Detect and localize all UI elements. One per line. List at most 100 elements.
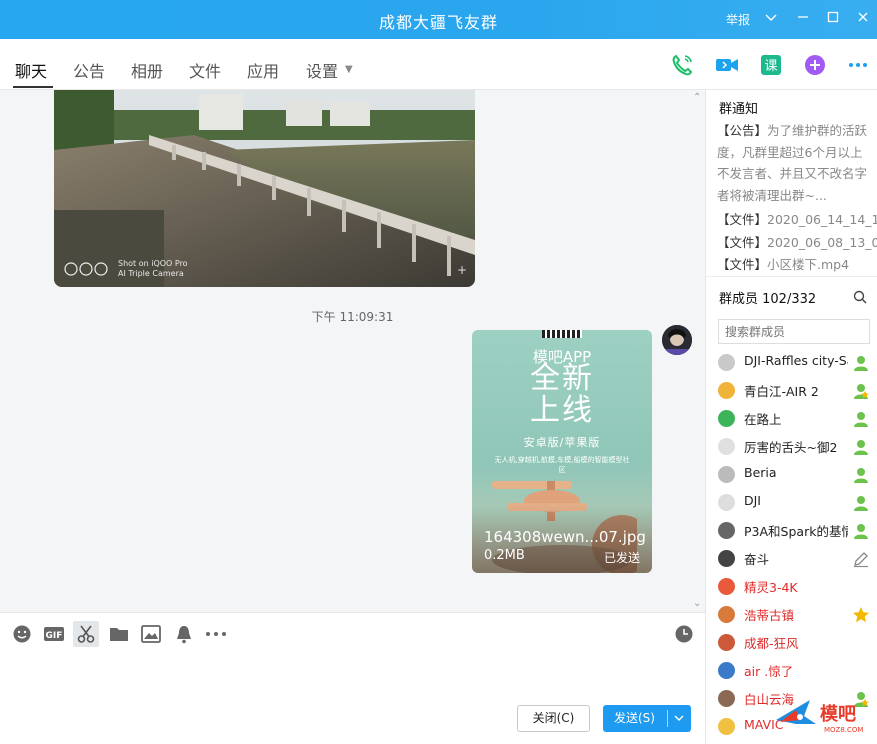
avatar[interactable] xyxy=(718,438,735,455)
gif-icon[interactable]: GIF xyxy=(41,621,67,647)
member-row[interactable]: 精灵3-4K xyxy=(718,575,876,597)
qr-code xyxy=(542,330,582,338)
member-row[interactable]: P3A和Spark的基情 xyxy=(718,519,876,541)
member-row[interactable]: 浩蒂古镇 xyxy=(718,603,876,625)
member-badge-icon xyxy=(852,354,870,372)
message-timestamp: 下午 11:09:31 xyxy=(311,310,394,324)
send-label[interactable]: 发送(S) xyxy=(603,705,666,732)
avatar[interactable] xyxy=(718,382,735,399)
member-row[interactable]: DJI-Raffles city-Sa xyxy=(718,351,876,373)
announcement-preview[interactable]: 【公告】为了维护群的活跃度，凡群里超过6个月以上不发言者、并且又不改名字者将被清… xyxy=(717,120,873,206)
logo-text: 模吧 xyxy=(820,703,856,725)
chevron-down-icon[interactable]: ▼ xyxy=(345,64,353,75)
chevron-down-icon[interactable]: ⌄ xyxy=(693,598,701,609)
avatar[interactable] xyxy=(718,466,735,483)
file-notice-name: 小区楼下.mp4 xyxy=(767,257,850,272)
poster-headline-line: 全新 xyxy=(530,361,594,396)
avatar[interactable] xyxy=(718,606,735,623)
send-button[interactable]: 发送(S) xyxy=(603,705,691,732)
tab-files[interactable]: 文件 xyxy=(189,58,221,82)
watermark-line: Shot on iQOO Pro xyxy=(118,259,188,268)
send-options-chevron-icon[interactable] xyxy=(673,705,685,743)
member-row[interactable]: DJI xyxy=(718,491,876,513)
phone-icon[interactable] xyxy=(670,53,694,77)
image-message[interactable]: 模吧APP 全新 上线 安卓版/苹果版 无人机,穿越机,航模,车模,船模的智能模… xyxy=(472,330,652,573)
edit-icon xyxy=(852,550,870,568)
file-notice[interactable]: 【文件】小区楼下.mp4 xyxy=(717,254,849,273)
collapse-icon[interactable]: ⌃ xyxy=(693,92,701,103)
member-name: 奋斗 xyxy=(744,552,770,567)
bell-icon[interactable] xyxy=(171,621,197,647)
tab-apps[interactable]: 应用 xyxy=(247,58,279,82)
image-icon[interactable] xyxy=(138,621,164,647)
member-name: DJI xyxy=(744,493,761,508)
watermark-line: AI Triple Camera xyxy=(118,269,184,278)
svg-text:GIF: GIF xyxy=(46,631,63,641)
member-badge-icon xyxy=(852,522,870,540)
file-notice[interactable]: 【文件】2020_06_14_14_1... xyxy=(717,209,877,228)
folder-icon[interactable] xyxy=(106,621,132,647)
member-name: DJI-Raffles city-Sa xyxy=(744,353,848,368)
tab-settings[interactable]: 设置 xyxy=(306,58,338,82)
tab-album[interactable]: 相册 xyxy=(131,58,163,82)
camera-logo-icon xyxy=(64,262,112,276)
file-notice[interactable]: 【文件】2020_06_08_13_0... xyxy=(717,232,877,251)
avatar[interactable] xyxy=(718,662,735,679)
poster-platforms: 安卓版/苹果版 xyxy=(523,436,601,449)
member-row[interactable]: air .惊了 xyxy=(718,659,876,681)
moz8-logo: 模吧 MOZ8.COM xyxy=(770,690,877,744)
close-button[interactable]: 关闭(C) xyxy=(517,705,590,732)
tab-chat[interactable]: 聊天 xyxy=(15,58,47,82)
avatar[interactable] xyxy=(718,494,735,511)
member-row[interactable]: 成都-狂风 xyxy=(718,631,876,653)
course-icon[interactable]: 课 xyxy=(759,53,783,77)
member-row[interactable]: 青白江-AIR 2 xyxy=(718,379,876,401)
file-tag: 【文件】 xyxy=(717,257,768,272)
avatar[interactable] xyxy=(718,634,735,651)
close-icon[interactable] xyxy=(854,10,872,28)
emoji-icon[interactable] xyxy=(9,621,35,647)
title-bar: 成都大疆飞友群 举报 xyxy=(0,0,877,39)
chat-message-area[interactable]: ⌃ Shot on iQOO Pro AI Triple Camera + 下午… xyxy=(0,90,705,612)
member-row[interactable]: 奋斗 xyxy=(718,547,876,569)
member-row[interactable]: 在路上 xyxy=(718,407,876,429)
avatar[interactable] xyxy=(662,325,692,355)
more-icon[interactable] xyxy=(846,53,870,77)
member-row[interactable]: Beria xyxy=(718,463,876,485)
screenshot-icon[interactable] xyxy=(73,621,99,647)
report-link[interactable]: 举报 xyxy=(726,11,750,28)
photo-message[interactable]: Shot on iQOO Pro AI Triple Camera + xyxy=(54,90,475,287)
message-input-area[interactable]: GIF 关闭(C) 发送(S) xyxy=(0,612,705,744)
member-row[interactable]: 厉害的舌头~御2 xyxy=(718,435,876,457)
member-name: 浩蒂古镇 xyxy=(744,608,795,623)
avatar[interactable] xyxy=(718,522,735,539)
member-name: air .惊了 xyxy=(744,664,794,679)
maximize-icon[interactable] xyxy=(824,10,842,28)
avatar[interactable] xyxy=(718,550,735,567)
avatar[interactable] xyxy=(718,354,735,371)
video-icon[interactable] xyxy=(714,53,738,77)
member-name: Beria xyxy=(744,465,777,480)
search-icon[interactable] xyxy=(853,290,867,308)
tab-announcement[interactable]: 公告 xyxy=(73,58,105,82)
add-app-icon[interactable] xyxy=(803,53,827,77)
history-clock-icon[interactable] xyxy=(671,621,697,647)
divider xyxy=(706,276,877,277)
active-tab-indicator xyxy=(13,86,53,88)
avatar[interactable] xyxy=(718,578,735,595)
file-tag: 【文件】 xyxy=(717,235,768,250)
member-name: P3A和Spark的基情 xyxy=(744,524,848,539)
avatar[interactable] xyxy=(718,718,735,735)
minimize-icon[interactable] xyxy=(794,10,812,28)
member-badge-icon xyxy=(852,466,870,484)
expand-icon[interactable]: + xyxy=(457,263,467,277)
chevron-down-icon[interactable] xyxy=(762,10,780,28)
member-search-input[interactable] xyxy=(718,319,870,344)
file-notice-name: 2020_06_14_14_1... xyxy=(767,212,877,227)
avatar[interactable] xyxy=(718,690,735,707)
more-icon[interactable] xyxy=(203,621,229,647)
member-name: 青白江-AIR 2 xyxy=(744,384,819,399)
avatar[interactable] xyxy=(718,410,735,427)
notice-title: 群通知 xyxy=(719,102,759,117)
owner-star-icon xyxy=(852,606,870,624)
